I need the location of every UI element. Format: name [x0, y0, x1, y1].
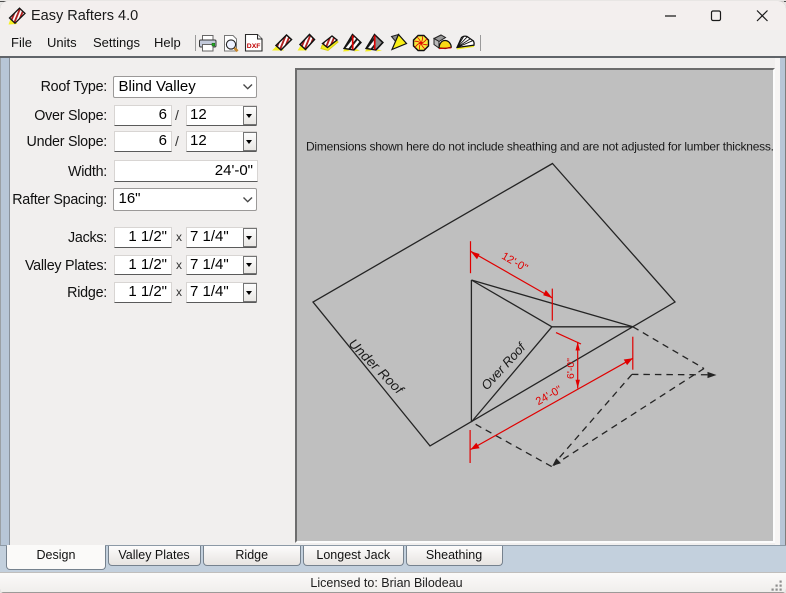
svg-text:Under Roof: Under Roof: [346, 336, 407, 398]
svg-text:Dimensions shown here do not i: Dimensions shown here do not include she…: [306, 140, 773, 154]
svg-text:24'-0": 24'-0": [534, 384, 564, 408]
svg-text:DXF: DXF: [247, 43, 261, 50]
svg-text:6'-0": 6'-0": [565, 358, 577, 379]
